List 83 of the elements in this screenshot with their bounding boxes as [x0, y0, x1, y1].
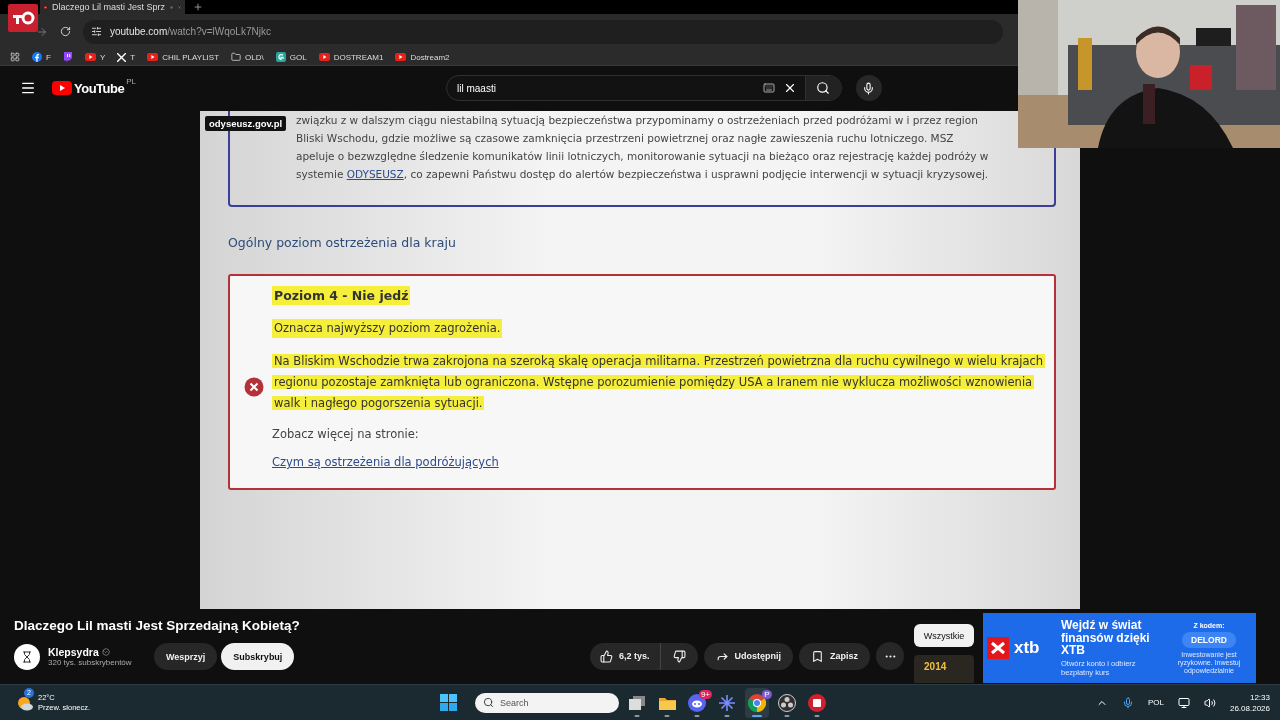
- facebook-icon: [32, 52, 42, 63]
- keyboard-icon[interactable]: [763, 82, 775, 95]
- taskbar-app[interactable]: 9+: [685, 687, 709, 718]
- bookmark[interactable]: GOL: [275, 52, 307, 63]
- x-logo-icon: [117, 52, 127, 62]
- bookmark[interactable]: Y: [84, 52, 106, 62]
- video-frame[interactable]: [200, 111, 1080, 610]
- stream-logo-icon: [8, 4, 38, 32]
- microphone-icon: [862, 81, 876, 95]
- square-app-icon: [808, 693, 826, 712]
- voice-search-button[interactable]: [856, 75, 882, 102]
- record-app-icon: [778, 693, 796, 712]
- search-icon: [483, 697, 494, 709]
- query-field[interactable]: lil maasti: [446, 75, 842, 102]
- save-button[interactable]: Zapisz: [799, 642, 871, 670]
- odyseusz-link[interactable]: ODYSEUSZ: [346, 168, 404, 181]
- g-icon: [275, 52, 286, 63]
- warning-details: Na Bliskim Wschodzie trwa zakrojona na szeroką skalę operacja militarna. Przestrzeń powietrzna dla ruchu cywilnego w wielu krajach regionu pozostaje zamknięta lub ograniczona. Wstępne porozumienie pomiędzy USA a Iranem nie wyklucza możliwości wznowienia walk i nagłego pogorszenia sytuacji.: [272, 353, 1046, 413]
- microphone-icon[interactable]: [1121, 696, 1134, 709]
- error-icon: [244, 377, 264, 398]
- brand-logo-icon: [987, 637, 1009, 660]
- more-label: Zobacz więcej na stronie:: [272, 427, 419, 442]
- clock[interactable]: 12:33 26.08.2026: [1229, 692, 1270, 713]
- more-link[interactable]: Czym są ostrzeżenia dla podróżujących: [272, 455, 499, 470]
- windows-icon: [629, 695, 645, 710]
- start-icon[interactable]: [440, 694, 457, 712]
- tab-title: Dlaczego Lil masti Jest Sprz: [52, 2, 166, 12]
- twitch-icon: [62, 52, 73, 63]
- youtube-icon: [84, 53, 96, 62]
- folder-icon: [231, 52, 242, 63]
- hourglass-icon: [21, 650, 33, 663]
- youtube-icon: [44, 3, 47, 11]
- video-thumbnail[interactable]: 2014: [914, 655, 975, 684]
- bookmark[interactable]: CHIL PLAYLIST: [147, 52, 220, 62]
- bookmark[interactable]: T: [117, 52, 136, 62]
- channel-avatar[interactable]: [14, 643, 40, 670]
- url-host: youtube.com: [110, 26, 168, 38]
- video-title: Dlaczego Lil masti Jest Sprzedajną Kobietą?: [14, 618, 301, 634]
- ad-headline: Wejdź w świat finansów dzięki XTB: [1061, 619, 1151, 657]
- site-settings-icon[interactable]: [91, 26, 102, 38]
- section-heading: Ogólny poziom ostrzeżenia dla kraju: [228, 235, 457, 251]
- share-button[interactable]: Udostępnij: [703, 642, 794, 670]
- search-icon: [816, 81, 831, 96]
- bookmark[interactable]: F: [32, 52, 51, 63]
- subscriber-count: 320 tys. subskrybentów: [48, 658, 133, 668]
- youtube-icon: [395, 53, 407, 62]
- folder-icon: [658, 695, 676, 710]
- bookmark[interactable]: [62, 52, 73, 63]
- channel-name[interactable]: Klepsydra: [48, 646, 99, 659]
- search-button[interactable]: [805, 76, 841, 101]
- support-button[interactable]: Wesprzyj: [154, 643, 218, 671]
- network-icon[interactable]: [1177, 696, 1190, 709]
- like-button[interactable]: 6,2 tys.: [590, 642, 661, 670]
- volume-icon[interactable]: [1203, 696, 1216, 709]
- bookmark-icon: [811, 649, 825, 663]
- bookmark[interactable]: OLD\: [231, 52, 264, 63]
- source-label: odyseusz.gov.pl: [205, 116, 287, 132]
- language-indicator[interactable]: POL: [1147, 698, 1164, 708]
- verified-icon: [101, 648, 110, 657]
- apps-icon[interactable]: [10, 52, 20, 63]
- browser-icon: [748, 693, 766, 712]
- promo-code: DELORD: [1182, 631, 1236, 648]
- youtube-icon: [318, 53, 330, 62]
- bookmark[interactable]: DOSTREAM1: [318, 52, 384, 62]
- warning-title: Poziom 4 - Nie jedź: [272, 286, 411, 306]
- taskbar-app[interactable]: P: [745, 687, 769, 718]
- forward-icon[interactable]: [36, 25, 48, 38]
- brand-name: xtb: [1014, 638, 1040, 659]
- new-tab-icon[interactable]: [193, 2, 203, 12]
- thumbs-up-icon: [600, 649, 613, 663]
- thumbs-down-icon: [672, 649, 686, 663]
- warning-summary: Oznacza najwyższy poziom zagrożenia.: [272, 319, 503, 339]
- play-logo-icon: [52, 81, 72, 96]
- youtube-icon: [147, 53, 159, 62]
- url-path: /watch?v=lWqoLk7Njkc: [167, 26, 271, 38]
- bookmark[interactable]: Dostream2: [395, 52, 450, 62]
- reload-icon[interactable]: [60, 26, 71, 38]
- sparkle-icon: [719, 694, 735, 711]
- taskbar-search-field[interactable]: Search: [475, 692, 619, 713]
- subscribe-button[interactable]: Subskrybuj: [221, 643, 295, 671]
- notice-text: związku z w dalszym ciągu niestabilną sytuacją bezpieczeństwa przypominamy o ostrzeżeniach przed podróżami w i przez region Bliski Wschodu, gdzie możliwe są czasowe zamknięcia przestrzeni powietrznej oraz nagłe zawieszenia ruchu lotniczego. MSZ apeluje o bezwzględne śledzenie komunikatów linii lotniczych, monitorowanie sytuacji na bieżąco oraz rejestrację każdej podróży w systemie ODYSEUSZ, co zapewni Państwu dostęp do alertów bezpieczeństwa i usprawni podjęcie interwencji w sytuacji kryzysowej.: [296, 113, 990, 183]
- filter-chip[interactable]: Wszystkie: [914, 624, 975, 648]
- address-bar[interactable]: youtube.com/watch?v=lWqoLk7Njkc: [83, 19, 1003, 44]
